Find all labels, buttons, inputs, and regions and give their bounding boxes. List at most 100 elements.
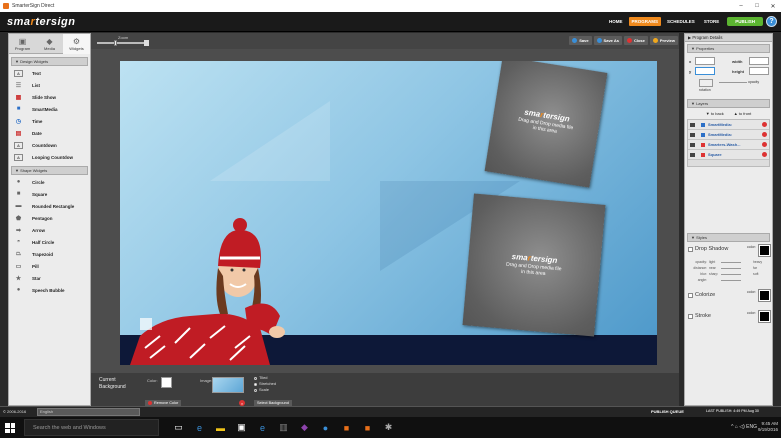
shape-speech-bubble[interactable]: ● Speech Bubble — [9, 284, 90, 296]
taskbar-clock[interactable]: 9:45 AM 9/19/2016 — [758, 421, 778, 433]
widget-text[interactable]: A Text — [9, 67, 90, 79]
media-dropzone[interactable]: smartersign Drag and Drop media file in … — [484, 61, 608, 188]
woman-in-winter-hat-image[interactable] — [120, 218, 300, 365]
layer-row[interactable]: Square — [688, 150, 769, 160]
task-view-icon[interactable]: ▭ — [172, 421, 185, 434]
save-as-button[interactable]: Save As — [593, 36, 622, 45]
widget-time[interactable]: ◷ Time — [9, 115, 90, 127]
layers-header[interactable]: ▼ Layers — [687, 99, 770, 108]
widget-slide-show[interactable]: ▦ Slide Show — [9, 91, 90, 103]
help-icon[interactable]: ? — [766, 16, 777, 27]
rotation-input[interactable] — [699, 79, 713, 87]
visibility-icon[interactable] — [690, 132, 695, 137]
x-input[interactable] — [695, 57, 715, 65]
widget-smartmedia[interactable]: ■ SmartMedia — [9, 103, 90, 115]
colorize-checkbox[interactable] — [688, 292, 693, 298]
app-icon[interactable]: ▥ — [277, 421, 290, 434]
height-input[interactable] — [749, 67, 769, 75]
tab-widgets[interactable]: ⚙ Widgets — [63, 34, 90, 54]
nav-schedules[interactable]: SCHEDULES — [664, 17, 698, 26]
stroke-checkbox[interactable] — [688, 313, 693, 319]
edge-icon[interactable]: e — [193, 421, 206, 434]
zoom-slider-thumb[interactable] — [114, 40, 117, 46]
option-scale[interactable]: Scale — [254, 387, 276, 393]
maximize-button[interactable]: □ — [749, 0, 765, 12]
media-dropzone[interactable]: smartersign Drag and Drop media file in … — [462, 193, 606, 337]
app-icon[interactable]: ✱ — [382, 421, 395, 434]
nav-programs[interactable]: PROGRAMS — [628, 17, 662, 26]
store-icon[interactable]: ▣ — [235, 421, 248, 434]
properties-header[interactable]: ▼ Properties — [687, 44, 770, 53]
shape-widgets-header[interactable]: ▼ Shape Widgets — [11, 166, 88, 175]
background-color-swatch[interactable] — [161, 377, 172, 388]
widget-list[interactable]: ☰ List — [9, 79, 90, 91]
save-button[interactable]: Save — [569, 36, 592, 45]
publish-button[interactable]: PUBLISH — [727, 17, 763, 26]
delete-layer-icon[interactable] — [762, 152, 767, 157]
windows-start-icon[interactable] — [5, 423, 15, 433]
colorize-color-swatch[interactable] — [758, 289, 771, 302]
shape-half-circle[interactable]: ◓ Half Circle — [9, 236, 90, 248]
program-details-header[interactable]: ▶ Program Details — [685, 34, 772, 42]
widget-looping-countdown[interactable]: A Looping Countdow — [9, 151, 90, 163]
layer-row[interactable]: SmartMedia: — [688, 130, 769, 140]
styles-header[interactable]: ▼ Styles — [687, 233, 770, 242]
shape-circle[interactable]: ● Circle — [9, 176, 90, 188]
visibility-icon[interactable] — [690, 122, 695, 127]
delete-layer-icon[interactable] — [762, 132, 767, 137]
shape-trapezoid[interactable]: ⏢ Trapezoid — [9, 248, 90, 260]
taskbar-search-input[interactable]: Search the web and Windows — [24, 419, 159, 436]
y-input[interactable] — [695, 67, 715, 75]
zoom-slider-track[interactable] — [97, 42, 147, 44]
widget-countdown[interactable]: A Countdown — [9, 139, 90, 151]
to-back-button[interactable]: ▼ to back — [706, 111, 724, 116]
shape-pentagon[interactable]: ⬟ Pentagon — [9, 212, 90, 224]
layer-row[interactable]: SmartMedia: — [688, 120, 769, 130]
background-image-thumbnail[interactable] — [212, 377, 244, 393]
minimize-button[interactable]: – — [733, 0, 749, 12]
language-select[interactable]: English — [37, 408, 140, 416]
app-icon[interactable]: ■ — [361, 421, 374, 434]
shape-pill[interactable]: ▭ Pill — [9, 260, 90, 272]
window-title: SmarterSign Direct — [12, 3, 55, 9]
tab-media[interactable]: ◆ Media — [36, 34, 63, 54]
editor-toolbar: Zoom Save Save As Close Preview — [91, 33, 679, 49]
stroke-toggle[interactable]: Stroke — [688, 313, 711, 319]
drop-shadow-toggle[interactable]: Drop Shadow — [688, 246, 728, 252]
ie-icon[interactable]: e — [256, 421, 269, 434]
visual-studio-icon[interactable]: ◆ — [298, 421, 311, 434]
stroke-color-swatch[interactable] — [758, 310, 771, 323]
preview-button[interactable]: Preview — [649, 36, 678, 45]
widget-date[interactable]: ▤ Date — [9, 127, 90, 139]
system-tray[interactable]: ^ ⌂ ◁) ENG — [731, 424, 757, 430]
file-explorer-icon[interactable]: ▬ — [214, 421, 227, 434]
shape-rounded-rectangle[interactable]: ▬ Rounded Rectangle — [9, 200, 90, 212]
app-icon[interactable]: ■ — [340, 421, 353, 434]
delete-layer-icon[interactable] — [762, 122, 767, 127]
colorize-toggle[interactable]: Colorize — [688, 292, 715, 298]
drop-shadow-color-swatch[interactable] — [758, 244, 771, 257]
shape-square[interactable]: ■ Square — [9, 188, 90, 200]
shape-star[interactable]: ★ Star — [9, 272, 90, 284]
close-button[interactable]: Close — [623, 36, 648, 45]
app-icon[interactable]: ● — [319, 421, 332, 434]
shape-arrow[interactable]: ➡ Arrow — [9, 224, 90, 236]
list-icon: ☰ — [15, 82, 22, 89]
nav-home[interactable]: HOME — [606, 17, 626, 26]
design-widgets-header[interactable]: ▼ Design Widgets — [11, 57, 88, 66]
drop-shadow-checkbox[interactable] — [688, 246, 693, 252]
to-front-button[interactable]: ▲ to front — [734, 111, 752, 116]
layer-row[interactable]: Smarters-Wash... — [688, 140, 769, 150]
visibility-icon[interactable] — [690, 142, 695, 147]
program-canvas[interactable]: smartersign Drag and Drop media file in … — [120, 61, 657, 365]
delete-layer-icon[interactable] — [762, 142, 767, 147]
opacity-slider[interactable] — [719, 82, 747, 83]
width-input[interactable] — [749, 57, 769, 65]
nav-store[interactable]: STORE — [701, 17, 722, 26]
preview-icon — [652, 38, 658, 43]
tab-program[interactable]: ▣ Program — [9, 34, 36, 54]
publish-queue-link[interactable]: PUBLISH QUEUE — [651, 409, 684, 414]
zoom-fit-icon[interactable] — [144, 40, 149, 46]
close-window-button[interactable]: ✕ — [765, 0, 781, 12]
visibility-icon[interactable] — [690, 152, 695, 157]
